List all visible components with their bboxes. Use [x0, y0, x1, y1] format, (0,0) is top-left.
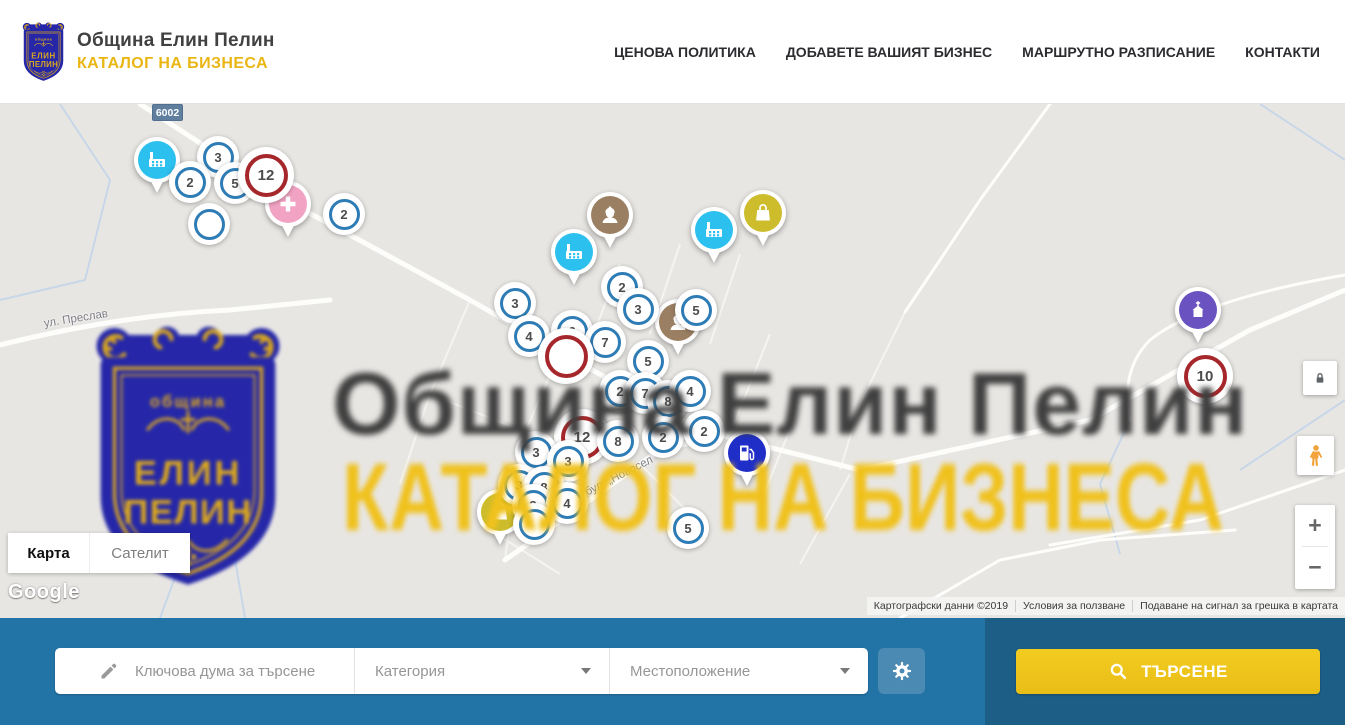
cluster-count: 2 — [175, 167, 206, 198]
municipality-emblem-logo: община ЕЛИН ПЕЛИН — [20, 20, 67, 84]
attribution-link[interactable]: Подаване на сигнал за грешка в картата — [1132, 600, 1345, 612]
search-bar: Категория Местоположение — [0, 618, 1345, 725]
cluster-marker[interactable]: 2 — [642, 416, 684, 458]
cluster-count: 2 — [689, 416, 720, 447]
fuel-pin-marker[interactable] — [724, 430, 770, 492]
map[interactable]: 6002 32512223534675278412822333834510 об… — [0, 104, 1345, 618]
pegman-icon — [1303, 441, 1329, 471]
site-title: Община Елин Пелин — [77, 30, 275, 52]
nav-item[interactable]: МАРШРУТНО РАЗПИСАНИЕ — [1022, 44, 1215, 60]
cluster-marker[interactable]: 3 — [617, 288, 659, 330]
cluster-count: 7 — [590, 327, 621, 358]
worker-icon — [598, 203, 622, 227]
attribution-link[interactable]: Условия за ползване — [1015, 600, 1132, 612]
cluster-marker[interactable] — [188, 203, 230, 245]
keyword-search-input[interactable] — [135, 663, 350, 680]
factory-icon — [702, 218, 726, 242]
markers-layer: 32512223534675278412822333834510 — [0, 104, 1345, 618]
svg-text:ЕЛИН: ЕЛИН — [31, 51, 56, 60]
pegman-street-view[interactable] — [1297, 436, 1334, 475]
nav-item[interactable]: ДОБАВЕТЕ ВАШИЯТ БИЗНЕС — [786, 44, 992, 60]
nav-item[interactable]: КОНТАКТИ — [1245, 44, 1320, 60]
worker-pin-marker[interactable] — [587, 192, 633, 254]
map-type-map-button[interactable]: Карта — [8, 533, 89, 573]
cluster-marker[interactable]: 2 — [323, 193, 365, 235]
brand-link[interactable]: община ЕЛИН ПЕЛИН Община Елин Пелин КАТА… — [20, 20, 275, 84]
category-select-value: Категория — [375, 663, 445, 680]
fuel-icon — [735, 441, 759, 465]
cluster-count — [194, 209, 225, 240]
map-type-satellite-button[interactable]: Сателит — [89, 533, 190, 573]
keyword-field-wrap — [55, 648, 355, 694]
cluster-marker[interactable] — [513, 503, 555, 545]
cluster-marker[interactable]: 4 — [669, 370, 711, 412]
cluster-count: 8 — [603, 426, 634, 457]
cluster-marker[interactable]: 2 — [169, 161, 211, 203]
bag-icon — [751, 201, 775, 225]
pin-circle — [587, 192, 633, 238]
cluster-marker[interactable]: 5 — [667, 507, 709, 549]
main-nav: ЦЕНОВА ПОЛИТИКА ДОБАВЕТЕ ВАШИЯТ БИЗНЕС МАР… — [614, 44, 1320, 60]
pin-circle — [691, 207, 737, 253]
cluster-count: 3 — [623, 294, 654, 325]
pin-circle — [740, 190, 786, 236]
search-button-label: ТЪРСЕНЕ — [1141, 662, 1228, 682]
factory-icon — [145, 148, 169, 172]
cluster-marker[interactable]: 5 — [675, 289, 717, 331]
zoom-out-button[interactable]: − — [1295, 547, 1335, 588]
search-icon — [1108, 661, 1129, 682]
cluster-marker[interactable] — [538, 328, 594, 384]
cluster-count: 2 — [648, 422, 679, 453]
factory-pin-marker[interactable] — [691, 207, 737, 269]
cluster-marker[interactable]: 8 — [597, 420, 639, 462]
pin-circle — [1175, 287, 1221, 333]
svg-text:община: община — [35, 37, 53, 41]
church-icon — [1186, 298, 1210, 322]
cluster-count: 10 — [1184, 355, 1227, 398]
advanced-settings-button[interactable] — [878, 648, 925, 694]
nav-item[interactable]: ЦЕНОВА ПОЛИТИКА — [614, 44, 756, 60]
cluster-count: 4 — [552, 488, 583, 519]
location-select[interactable]: Местоположение — [610, 648, 868, 694]
map-type-control: Карта Сателит — [8, 533, 190, 573]
chevron-down-icon — [840, 668, 850, 674]
header: община ЕЛИН ПЕЛИН Община Елин Пелин КАТА… — [0, 0, 1345, 104]
cluster-count — [545, 335, 588, 378]
lock-icon — [1312, 370, 1328, 386]
site-subtitle: КАТАЛОГ НА БИЗНЕСА — [77, 55, 275, 73]
scroll-lock-button[interactable] — [1303, 361, 1337, 395]
brand-text: Община Елин Пелин КАТАЛОГ НА БИЗНЕСА — [77, 30, 275, 73]
pin-circle — [724, 430, 770, 476]
cluster-count: 3 — [500, 288, 531, 319]
cluster-marker[interactable]: 12 — [238, 147, 294, 203]
cluster-count: 12 — [245, 154, 288, 197]
cluster-count: 5 — [681, 295, 712, 326]
pencil-icon — [99, 661, 119, 681]
factory-icon — [562, 240, 586, 264]
attribution-text: Картографски данни ©2019 — [867, 600, 1015, 612]
chevron-down-icon — [581, 668, 591, 674]
search-form: Категория Местоположение — [55, 648, 868, 694]
cluster-count: 5 — [673, 513, 704, 544]
svg-text:ПЕЛИН: ПЕЛИН — [29, 60, 58, 69]
map-attribution: Картографски данни ©2019Условия за ползв… — [867, 597, 1345, 615]
zoom-in-button[interactable]: + — [1295, 505, 1335, 546]
cluster-marker[interactable]: 2 — [683, 410, 725, 452]
search-button[interactable]: ТЪРСЕНЕ — [1016, 649, 1320, 694]
zoom-control: + − — [1295, 505, 1335, 589]
category-select[interactable]: Категория — [355, 648, 610, 694]
church-pin-marker[interactable] — [1175, 287, 1221, 349]
cluster-count: 4 — [675, 376, 706, 407]
cluster-count: 2 — [329, 199, 360, 230]
screen: община ЕЛИН ПЕЛИН Община Елин Пелин КАТА… — [0, 0, 1345, 725]
google-logo[interactable]: Google — [8, 581, 80, 604]
cluster-marker[interactable]: 10 — [1177, 348, 1233, 404]
bag-pin-marker[interactable] — [740, 190, 786, 252]
location-select-value: Местоположение — [630, 663, 750, 680]
cluster-count — [519, 509, 550, 540]
gear-icon — [891, 660, 913, 682]
